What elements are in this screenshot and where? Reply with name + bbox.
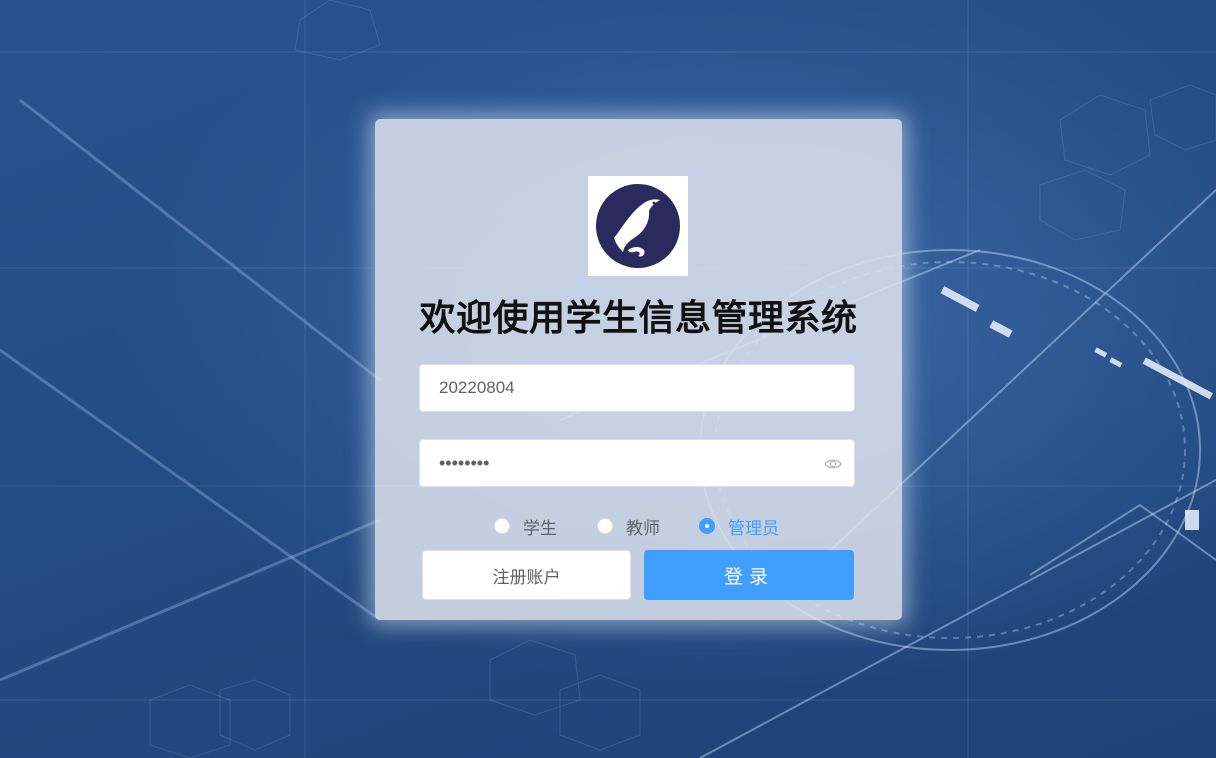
role-admin-label: 管理员: [728, 518, 779, 539]
radio-circle-checked[interactable]: [699, 518, 715, 534]
role-teacher-radio[interactable]: 教师: [597, 514, 660, 539]
role-admin-radio[interactable]: 管理员: [699, 514, 779, 539]
username-field-wrapper: [419, 364, 855, 412]
page-title: 欢迎使用学生信息管理系统: [419, 298, 858, 339]
bird-logo-icon: [588, 176, 688, 276]
password-input[interactable]: [420, 440, 854, 486]
radio-circle[interactable]: [597, 518, 613, 534]
role-teacher-label: 教师: [626, 518, 660, 539]
register-button[interactable]: 注册账户: [422, 550, 631, 600]
username-input[interactable]: [420, 365, 854, 411]
logo-graphic: [596, 184, 680, 268]
login-card: 欢迎使用学生信息管理系统 学生 教师 管理员 注册账户 登录: [375, 119, 902, 620]
role-radio-group: 学生 教师 管理员: [375, 514, 902, 539]
login-button[interactable]: 登录: [644, 550, 854, 600]
radio-circle[interactable]: [494, 518, 510, 534]
role-student-label: 学生: [523, 518, 557, 539]
role-student-radio[interactable]: 学生: [494, 514, 557, 539]
eye-icon[interactable]: [824, 455, 842, 473]
password-field-wrapper: [419, 439, 855, 487]
